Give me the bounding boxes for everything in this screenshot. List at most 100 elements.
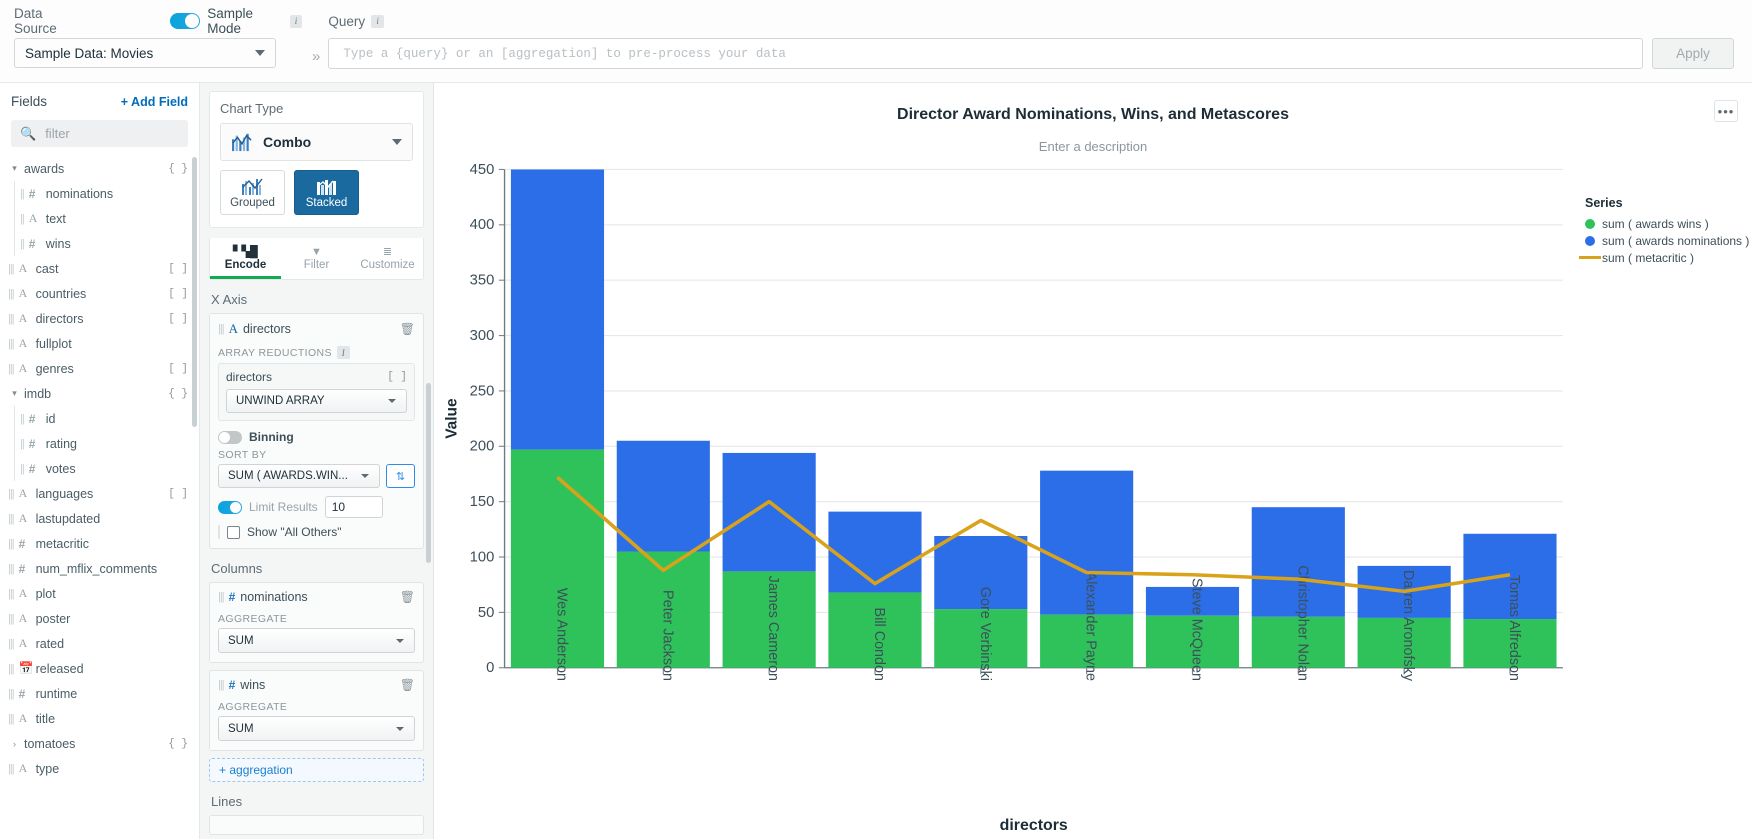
field-row-countries[interactable]: |||Acountries[ ] [0, 281, 199, 306]
field-row-rating[interactable]: ||#rating [0, 431, 199, 456]
field-row-released[interactable]: |||📅released [0, 656, 199, 681]
bar-nominations-0[interactable] [511, 169, 604, 449]
drag-handle-icon[interactable]: ||| [8, 663, 14, 675]
drag-handle-icon[interactable]: ||| [218, 591, 224, 603]
drag-handle-icon[interactable]: ||| [8, 313, 14, 325]
field-row-imdb[interactable]: ▾imdb{ } [0, 381, 199, 406]
bar-nominations-1[interactable] [617, 441, 710, 552]
legend-item-2[interactable]: sum ( metacritic ) [1585, 249, 1752, 266]
reduction-type-select[interactable]: UNWIND ARRAY [226, 389, 407, 413]
field-row-num_mflix_comments[interactable]: |||#num_mflix_comments [0, 556, 199, 581]
sample-mode-toggle[interactable] [170, 13, 200, 29]
chart-description[interactable]: Enter a description [434, 139, 1752, 154]
chart-type-value: Combo [263, 134, 311, 150]
add-aggregation-button[interactable]: + aggregation [209, 758, 424, 782]
field-row-type[interactable]: |||Atype [0, 756, 199, 781]
limit-results-input[interactable] [325, 496, 383, 518]
drag-handle-icon[interactable]: ||| [8, 488, 14, 500]
fields-scrollbar[interactable] [192, 157, 197, 427]
string-type-icon: A [19, 511, 33, 526]
aggregate-select[interactable]: SUM [218, 716, 415, 741]
drag-handle-icon[interactable]: ||| [218, 323, 224, 335]
chart-options-menu-button[interactable]: ••• [1714, 100, 1738, 122]
delete-icon[interactable]: 🗑 [400, 590, 415, 604]
chevron-right-icon[interactable]: › [8, 739, 21, 749]
sort-direction-button[interactable]: ⇅ [386, 464, 415, 488]
drag-handle-icon[interactable]: ||| [218, 679, 224, 691]
tab-customize[interactable]: ≣ Customize [352, 238, 423, 279]
binning-toggle[interactable] [218, 431, 242, 444]
field-row-lastupdated[interactable]: |||Alastupdated [0, 506, 199, 531]
field-row-id[interactable]: ||#id [0, 406, 199, 431]
drag-handle-icon[interactable]: || [20, 188, 24, 200]
drag-handle-icon[interactable]: ||| [8, 763, 14, 775]
drag-handle-icon[interactable]: ||| [8, 638, 14, 650]
field-row-cast[interactable]: |||Acast[ ] [0, 256, 199, 281]
query-input[interactable] [328, 38, 1643, 69]
drag-handle-icon[interactable]: || [20, 463, 24, 475]
field-row-rated[interactable]: |||Arated [0, 631, 199, 656]
field-row-awards[interactable]: ▾awards{ } [0, 156, 199, 181]
drag-handle-icon[interactable]: || [20, 413, 24, 425]
bar-nominations-2[interactable] [723, 453, 816, 571]
expand-chevron-icon[interactable]: » [312, 48, 320, 65]
field-filter-box[interactable]: 🔍 [11, 120, 188, 147]
delete-icon[interactable]: 🗑 [400, 322, 415, 336]
field-filter-input[interactable] [45, 126, 179, 141]
array-reductions-info-icon[interactable]: i [337, 346, 350, 359]
x-tick-label-4: Gore Verbinski [977, 587, 993, 681]
data-source-select[interactable]: Sample Data: Movies [14, 38, 276, 68]
drag-handle-icon[interactable]: ||| [8, 513, 14, 525]
field-row-languages[interactable]: |||Alanguages[ ] [0, 481, 199, 506]
grouped-layout-button[interactable]: Grouped [220, 170, 285, 215]
chart-type-select[interactable]: Combo [220, 123, 413, 161]
drag-handle-icon[interactable]: ||| [8, 688, 14, 700]
field-row-title[interactable]: |||Atitle [0, 706, 199, 731]
sort-by-select[interactable]: SUM ( AWARDS.WIN... [218, 464, 380, 488]
field-row-nominations[interactable]: ||#nominations [0, 181, 199, 206]
field-row-tomatoes[interactable]: ›tomatoes{ } [0, 731, 199, 756]
drag-handle-icon[interactable]: ||| [8, 588, 14, 600]
query-info-icon[interactable]: i [371, 15, 384, 28]
tab-filter[interactable]: ▼ Filter [281, 238, 352, 279]
field-label: plot [36, 587, 56, 601]
field-row-votes[interactable]: ||#votes [0, 456, 199, 481]
field-row-fullplot[interactable]: |||Afullplot [0, 331, 199, 356]
stacked-layout-button[interactable]: Stacked [294, 170, 359, 215]
chevron-down-icon[interactable]: ▾ [8, 388, 21, 399]
drag-handle-icon[interactable]: ||| [8, 713, 14, 725]
field-row-wins[interactable]: ||#wins [0, 231, 199, 256]
legend-item-0[interactable]: sum ( awards wins ) [1585, 215, 1752, 232]
combo-chart-svg[interactable]: 050100150200250300350400450ValueWes Ande… [434, 154, 1572, 839]
drag-handle-icon[interactable]: || [20, 213, 24, 225]
drag-handle-icon[interactable]: || [20, 438, 24, 450]
sample-mode-info-icon[interactable]: i [290, 15, 302, 28]
field-row-metacritic[interactable]: |||#metacritic [0, 531, 199, 556]
apply-button[interactable]: Apply [1652, 38, 1734, 69]
field-row-plot[interactable]: |||Aplot [0, 581, 199, 606]
add-field-button[interactable]: + Add Field [121, 95, 188, 109]
drag-handle-icon[interactable]: || [20, 238, 24, 250]
field-row-directors[interactable]: |||Adirectors[ ] [0, 306, 199, 331]
drag-handle-icon[interactable]: ||| [8, 263, 14, 275]
drag-handle-icon[interactable]: ||| [8, 563, 14, 575]
drag-handle-icon[interactable]: ||| [8, 363, 14, 375]
field-row-text[interactable]: ||Atext [0, 206, 199, 231]
field-row-runtime[interactable]: |||#runtime [0, 681, 199, 706]
stacked-label: Stacked [306, 197, 348, 209]
bar-nominations-3[interactable] [828, 512, 921, 593]
tab-encode[interactable]: ▘▚█ Encode [210, 238, 281, 279]
chevron-down-icon[interactable]: ▾ [8, 163, 21, 174]
delete-icon[interactable]: 🗑 [400, 678, 415, 692]
field-row-genres[interactable]: |||Agenres[ ] [0, 356, 199, 381]
field-row-poster[interactable]: |||Aposter [0, 606, 199, 631]
aggregate-select[interactable]: SUM [218, 628, 415, 653]
drag-handle-icon[interactable]: ||| [8, 288, 14, 300]
legend-item-1[interactable]: sum ( awards nominations ) [1585, 232, 1752, 249]
config-scrollbar[interactable] [426, 383, 431, 563]
show-all-others-checkbox[interactable] [227, 526, 240, 539]
drag-handle-icon[interactable]: ||| [8, 613, 14, 625]
limit-results-toggle[interactable] [218, 501, 242, 514]
drag-handle-icon[interactable]: ||| [8, 338, 14, 350]
drag-handle-icon[interactable]: ||| [8, 538, 14, 550]
